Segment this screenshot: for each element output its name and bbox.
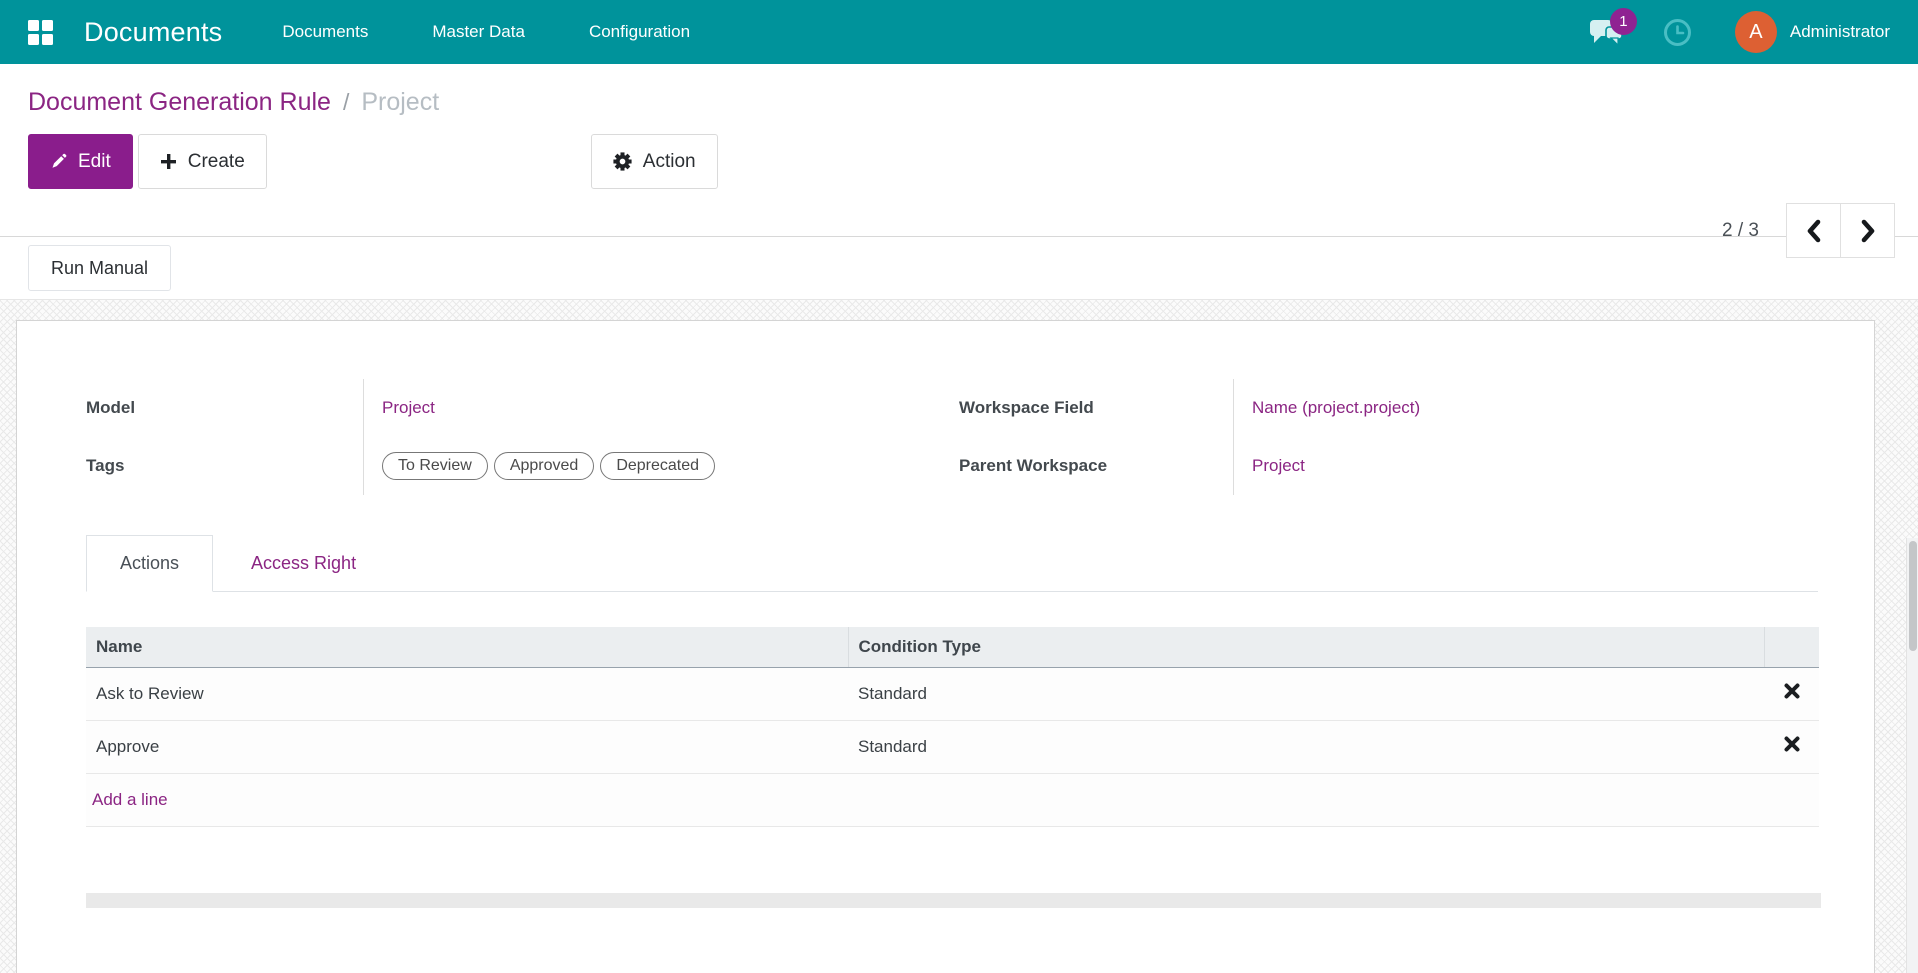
cell-delete [1764,667,1819,721]
column-header-name[interactable]: Name [86,627,848,668]
user-name: Administrator [1789,22,1890,41]
run-manual-button[interactable]: Run Manual [28,245,172,291]
action-button-label: Action [642,150,696,172]
right-field-group: Workspace Field Parent Workspace Name (p… [959,379,1818,495]
run-manual-label: Run Manual [51,257,149,278]
tag-to-review: To Review [382,452,488,480]
pager-value: 2 / 3 [1722,219,1759,241]
create-button[interactable]: Create [137,134,267,189]
notebook-tabs: Actions Access Right [86,535,1818,592]
right-value-column: Name (project.project) Project [1233,379,1818,495]
edit-button-label: Edit [78,150,111,172]
add-a-line-link[interactable]: Add a line [92,790,168,809]
messages-button[interactable]: 1 [1589,8,1637,52]
breadcrumb: Document Generation Rule / Project [28,64,1918,117]
pager-next-button[interactable] [1840,203,1895,258]
main-menu: Documents Master Data Configuration [250,0,722,64]
menu-documents[interactable]: Documents [250,0,400,64]
tags-label: Tags [86,456,125,475]
edit-button[interactable]: Edit [28,134,133,189]
empty-footer-strip [86,892,1821,908]
breadcrumb-parent-link[interactable]: Document Generation Rule [28,88,331,117]
messages-count-badge: 1 [1609,8,1637,35]
cell-name[interactable]: Ask to Review [86,667,848,721]
table-row[interactable]: Ask to Review Standard [86,667,1819,721]
chevron-left-icon [1807,219,1820,242]
delete-row-button[interactable] [1784,683,1800,699]
user-menu[interactable]: A Administrator [1734,11,1890,53]
column-header-condition-type[interactable]: Condition Type [847,627,1764,668]
chevron-right-icon [1861,219,1874,242]
app-title[interactable]: Documents [84,17,222,48]
control-panel: Document Generation Rule / Project Edit … [0,64,1918,258]
avatar: A [1734,11,1777,53]
control-panel-buttons: Edit Create Action [28,134,1918,189]
table-header-row: Name Condition Type [86,627,1819,668]
form-view-container: Model Tags Project To Review Approved De… [0,300,1918,973]
delete-x-icon [1784,683,1799,699]
vertical-scrollbar[interactable] [1906,538,1918,973]
tab-access-right[interactable]: Access Right [213,535,394,591]
right-label-column: Workspace Field Parent Workspace [959,379,1233,495]
tab-actions[interactable]: Actions [86,535,214,592]
menu-configuration[interactable]: Configuration [557,0,722,64]
systray: 1 A Administrator [1589,8,1918,53]
cell-name[interactable]: Approve [86,720,848,774]
field-groups: Model Tags Project To Review Approved De… [86,379,1818,495]
delete-row-button[interactable] [1784,736,1800,752]
left-field-group: Model Tags Project To Review Approved De… [86,379,922,495]
pager-previous-button[interactable] [1786,203,1841,258]
menu-master-data[interactable]: Master Data [400,0,557,64]
model-label: Model [86,398,136,417]
parent-workspace-value-link[interactable]: Project [1252,456,1305,476]
cell-delete [1764,720,1819,774]
create-button-label: Create [187,150,245,172]
cell-condition-type[interactable]: Standard [848,720,1764,774]
scrollbar-thumb[interactable] [1909,541,1917,651]
breadcrumb-current: Project [361,88,440,116]
activities-button[interactable] [1661,15,1695,49]
grid-icon [27,19,53,45]
gear-icon [613,152,632,171]
form-sheet: Model Tags Project To Review Approved De… [16,320,1875,973]
action-menu-button[interactable]: Action [590,134,718,189]
cell-condition-type[interactable]: Standard [848,667,1764,721]
workspace-field-value-link[interactable]: Name (project.project) [1252,398,1420,418]
pencil-icon [52,153,67,168]
form-statusbar: Run Manual [0,237,1918,300]
delete-x-icon [1784,736,1799,752]
apps-grid-icon[interactable] [26,18,54,46]
pager: 2 / 3 [1722,203,1895,258]
model-value-link[interactable]: Project [382,398,435,418]
parent-workspace-label: Parent Workspace [959,456,1108,475]
workspace-field-label: Workspace Field [959,398,1094,417]
tag-deprecated: Deprecated [600,452,716,480]
actions-table: Name Condition Type Ask to Review Standa… [86,627,1819,827]
tag-approved: Approved [493,452,595,480]
tags-field: To Review Approved Deprecated [382,452,716,480]
table-row[interactable]: Approve Standard [86,720,1819,774]
column-header-delete [1763,627,1819,668]
clock-icon [1664,18,1692,46]
add-line-row: Add a line [86,773,1819,827]
plus-icon [160,154,176,169]
left-value-column: Project To Review Approved Deprecated [363,379,922,495]
breadcrumb-separator: / [342,89,350,115]
top-navbar: Documents Documents Master Data Configur… [0,0,1918,64]
left-label-column: Model Tags [86,379,363,495]
